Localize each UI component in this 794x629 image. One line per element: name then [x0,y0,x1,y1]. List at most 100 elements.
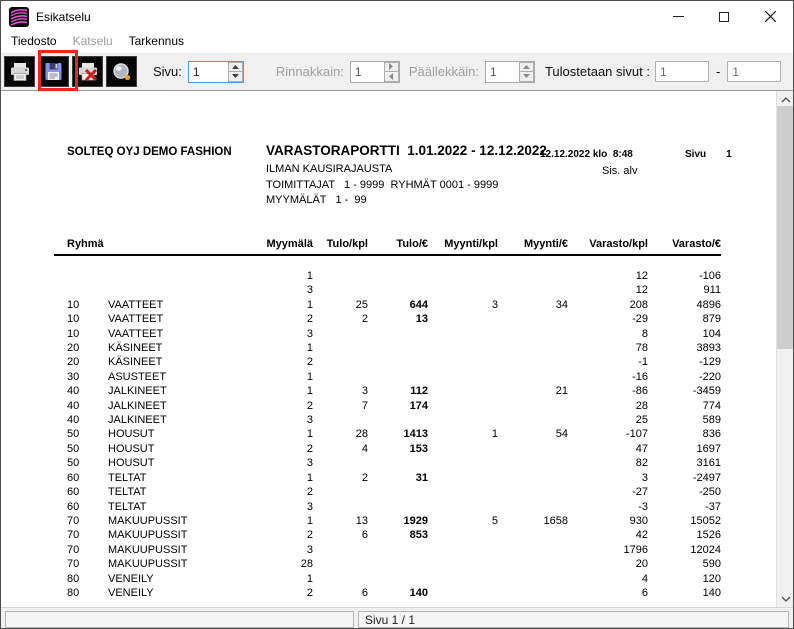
table-cell [498,456,568,470]
table-cell [498,543,568,557]
menu-bar: Tiedosto Katselu Tarkennus [1,32,793,53]
window-title: Esikatselu [36,10,91,24]
table-row: 20KÄSINEET2-1-129 [54,355,721,369]
menu-tiedosto[interactable]: Tiedosto [3,32,65,50]
print-range-to-input[interactable] [727,61,781,82]
table-row: 10VAATTEET2213-29879 [54,312,721,326]
parallel-spin-left-button[interactable] [384,72,399,82]
table-cell: KÄSINEET [108,341,256,355]
table-row: 50HOUSUT24153471697 [54,442,721,456]
table-cell: 2 [256,586,313,600]
print-range-from-input[interactable] [655,61,709,82]
overlap-spin-down-button[interactable] [519,72,534,82]
parallel-spin-right-button[interactable] [384,62,399,73]
overlap-spin-up-button[interactable] [519,62,534,73]
table-cell: 13 [313,514,368,528]
save-button[interactable] [38,56,69,87]
column-header: Varasto/€ [648,236,721,255]
report-page-indicator: Sivu 1 [685,149,732,160]
table-row: 70MAKUUPUSSIT26853421526 [54,528,721,542]
table-row: 20KÄSINEET1783893 [54,341,721,355]
table-row: 80VENEILY14120 [54,572,721,586]
table-cell: 15052 [648,514,721,528]
table-cell: 104 [648,327,721,341]
table-cell [368,413,428,427]
table-cell: VAATTEET [108,312,256,326]
table-cell: 836 [648,427,721,441]
table-cell: TELTAT [108,485,256,499]
report-stores-line: MYYMÄLÄT 1 - 99 [266,194,367,206]
table-cell: 28 [256,557,313,571]
table-cell: -129 [648,355,721,369]
save-icon [44,62,63,81]
table-cell [368,255,428,283]
scroll-down-button[interactable] [777,590,793,607]
page-spin-down-button[interactable] [228,72,243,82]
table-cell [54,255,108,283]
table-cell: 1 [256,514,313,528]
table-cell: 3 [568,471,648,485]
report-page-value: 1 [726,149,732,160]
table-row: 80VENEILY261406140 [54,586,721,600]
parallel-field-label: Rinnakkain: [276,64,344,79]
table-cell [108,283,256,297]
table-cell [428,327,498,341]
cancel-print-button[interactable] [72,56,103,87]
table-cell: -1 [568,355,648,369]
table-cell: 590 [648,557,721,571]
preview-area: SOLTEQ OYJ DEMO FASHION VARASTORAPORTTI … [1,91,793,607]
parallel-input[interactable] [351,62,384,82]
table-cell: 20 [54,341,108,355]
print-range-separator: - [716,64,720,79]
table-cell: 140 [648,586,721,600]
table-cell [368,327,428,341]
overlap-input[interactable] [486,62,519,82]
print-button[interactable] [4,56,35,87]
table-cell [368,485,428,499]
report-company: SOLTEQ OYJ DEMO FASHION [67,146,232,158]
menu-tarkennus[interactable]: Tarkennus [121,32,192,50]
maximize-button[interactable] [701,1,747,32]
table-cell [313,500,368,514]
report-filter-line: ILMAN KAUSIRAJAUSTA [266,163,392,175]
table-cell: 2 [256,528,313,542]
table-cell [498,312,568,326]
table-cell: 3161 [648,456,721,470]
table-cell: 644 [368,298,428,312]
table-cell: 1 [256,341,313,355]
table-cell: 3 [256,543,313,557]
minimize-button[interactable] [655,1,701,32]
table-cell [54,283,108,297]
table-row: 40JALKINEET2717428774 [54,399,721,413]
table-cell: 208 [568,298,648,312]
table-cell: 3893 [648,341,721,355]
scrollbar-thumb[interactable] [777,106,793,349]
table-cell: 31 [368,471,428,485]
menu-katselu[interactable]: Katselu [65,32,121,50]
table-cell [498,471,568,485]
table-cell: 3 [256,413,313,427]
table-cell: 60 [54,471,108,485]
table-cell: TELTAT [108,500,256,514]
close-button[interactable] [747,1,793,32]
table-cell: 7 [313,399,368,413]
table-cell: 13 [368,312,428,326]
table-cell: 2 [256,399,313,413]
table-cell: 589 [648,413,721,427]
zoom-button[interactable] [106,56,137,87]
table-cell [498,399,568,413]
vertical-scrollbar[interactable] [776,91,793,607]
page-input[interactable] [189,62,228,82]
table-cell: -3459 [648,384,721,398]
table-cell: 4896 [648,298,721,312]
column-header: Myymälä [256,236,313,255]
table-cell: JALKINEET [108,399,256,413]
overlap-field-label: Päällekkäin: [409,64,479,79]
table-cell: 40 [54,413,108,427]
table-cell: 2 [313,471,368,485]
table-cell: 1796 [568,543,648,557]
table-cell [313,341,368,355]
table-cell: 911 [648,283,721,297]
page-spin-up-button[interactable] [228,62,243,73]
table-row: 60TELTAT12313-2497 [54,471,721,485]
